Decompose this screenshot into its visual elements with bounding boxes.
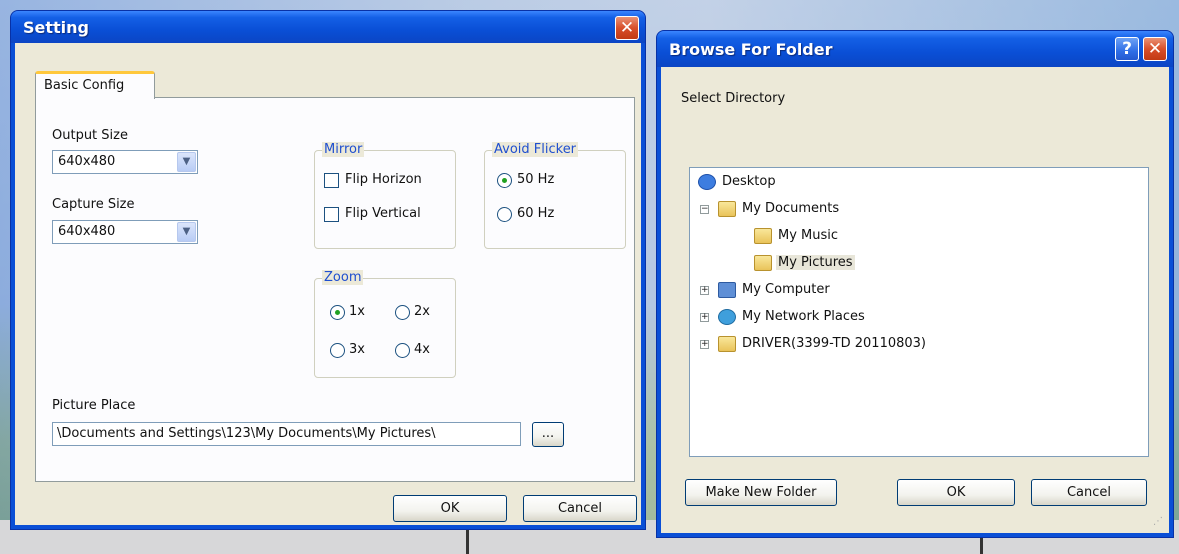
tree-item-label: My Documents — [742, 201, 840, 216]
zoom-2x-label: 2x — [414, 304, 430, 319]
tree-item-label: My Computer — [742, 282, 830, 297]
tab-basic-config[interactable]: Basic Config — [35, 71, 155, 99]
basic-config-panel: Output Size 640x480 ▼ Capture Size 640x4… — [35, 97, 635, 482]
make-new-folder-button[interactable]: Make New Folder — [685, 479, 837, 506]
zoom-group: Zoom 1x 2x 3x 4x — [314, 270, 456, 378]
tree-item-label: Desktop — [722, 174, 776, 189]
expand-icon[interactable]: + — [700, 286, 709, 295]
flicker-60hz-radio[interactable] — [497, 207, 512, 222]
mirror-group-title: Mirror — [322, 142, 365, 157]
expand-icon[interactable]: + — [700, 313, 709, 322]
browse-button[interactable]: ... — [532, 422, 564, 447]
avoid-flicker-group: Avoid Flicker 50 Hz 60 Hz — [484, 142, 626, 249]
setting-titlebar[interactable]: Setting ✕ — [11, 11, 645, 43]
flicker-50hz-radio[interactable] — [497, 173, 512, 188]
zoom-1x-radio[interactable] — [330, 305, 345, 320]
zoom-1x-label: 1x — [349, 304, 365, 319]
browse-ok-button[interactable]: OK — [897, 479, 1015, 506]
select-directory-prompt: Select Directory — [681, 91, 786, 106]
capture-size-value: 640x480 — [58, 224, 116, 239]
capture-size-select[interactable]: 640x480 ▼ — [52, 220, 198, 244]
expand-icon[interactable]: + — [700, 340, 709, 349]
output-size-value: 640x480 — [58, 154, 116, 169]
browse-titlebar[interactable]: Browse For Folder ? ✕ — [657, 31, 1173, 67]
close-icon[interactable]: ✕ — [1143, 37, 1167, 61]
zoom-4x-radio[interactable] — [395, 343, 410, 358]
browse-title: Browse For Folder — [669, 40, 833, 59]
close-icon[interactable]: ✕ — [615, 16, 639, 40]
picture-place-input[interactable]: \Documents and Settings\123\My Documents… — [52, 422, 521, 446]
computer-icon — [718, 282, 736, 298]
browse-client-area: Select Directory Desktop − My Documents … — [661, 67, 1169, 533]
browse-cancel-button[interactable]: Cancel — [1031, 479, 1147, 506]
zoom-group-title: Zoom — [322, 270, 364, 285]
zoom-2x-radio[interactable] — [395, 305, 410, 320]
zoom-3x-label: 3x — [349, 342, 365, 357]
pictures-folder-icon — [754, 255, 772, 271]
mirror-group: Mirror Flip Horizon Flip Vertical — [314, 142, 456, 249]
chevron-down-icon[interactable]: ▼ — [177, 152, 196, 172]
capture-size-label: Capture Size — [52, 197, 135, 212]
tree-item-label: DRIVER(3399-TD 20110803) — [742, 336, 926, 351]
flip-vertical-checkbox[interactable] — [324, 207, 339, 222]
music-folder-icon — [754, 228, 772, 244]
output-size-select[interactable]: 640x480 ▼ — [52, 150, 198, 174]
network-places-icon — [718, 309, 736, 325]
zoom-4x-label: 4x — [414, 342, 430, 357]
desktop-icon — [698, 174, 716, 190]
tree-item-label: My Network Places — [742, 309, 865, 324]
setting-ok-button[interactable]: OK — [393, 495, 507, 522]
flip-horizon-checkbox[interactable] — [324, 173, 339, 188]
picture-place-label: Picture Place — [52, 398, 136, 413]
setting-cancel-button[interactable]: Cancel — [523, 495, 637, 522]
help-icon[interactable]: ? — [1115, 37, 1139, 61]
tree-item-label: My Music — [778, 228, 839, 243]
browse-folder-dialog: Browse For Folder ? ✕ Select Directory D… — [656, 30, 1174, 538]
chevron-down-icon[interactable]: ▼ — [177, 222, 196, 242]
folder-tree[interactable]: Desktop − My Documents My Music My Pictu… — [689, 167, 1149, 457]
setting-dialog: Setting ✕ Output Size 640x480 ▼ Capture … — [10, 10, 646, 530]
flip-vertical-label: Flip Vertical — [345, 206, 421, 221]
flip-horizon-label: Flip Horizon — [345, 172, 422, 187]
flicker-50hz-label: 50 Hz — [517, 172, 555, 187]
zoom-3x-radio[interactable] — [330, 343, 345, 358]
avoid-flicker-title: Avoid Flicker — [492, 142, 579, 157]
flicker-60hz-label: 60 Hz — [517, 206, 555, 221]
folder-icon — [718, 336, 736, 352]
my-documents-folder-icon — [718, 201, 736, 217]
resize-grip-icon[interactable]: ⋰ — [1153, 516, 1163, 527]
setting-title: Setting — [23, 18, 89, 37]
collapse-icon[interactable]: − — [700, 205, 709, 214]
setting-client-area: Output Size 640x480 ▼ Capture Size 640x4… — [15, 43, 641, 525]
output-size-label: Output Size — [52, 128, 128, 143]
tree-item-label: My Pictures — [776, 255, 855, 270]
